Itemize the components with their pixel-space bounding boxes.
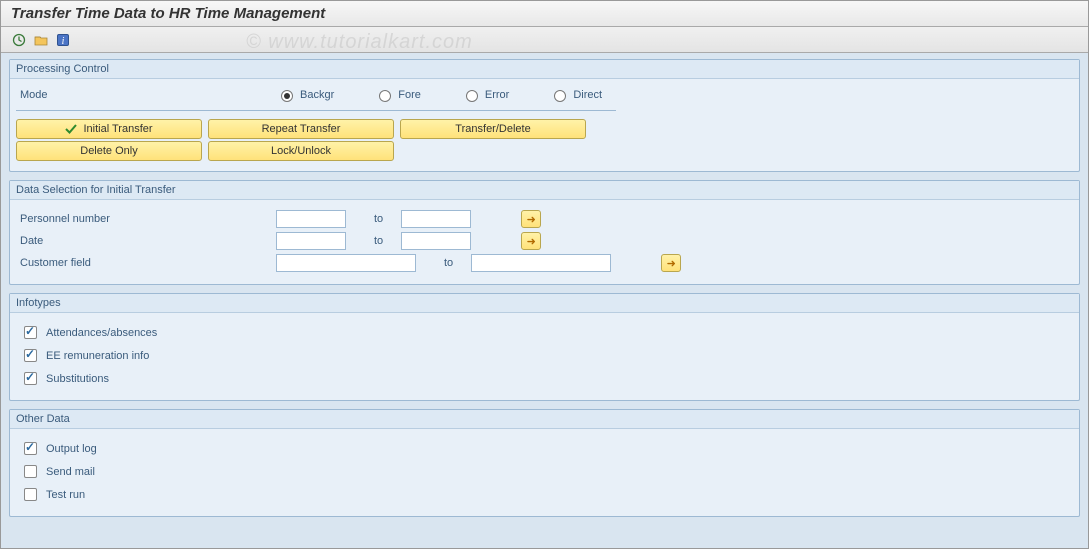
mode-fore-radio[interactable] [379, 90, 391, 102]
checkbox[interactable] [24, 372, 37, 385]
delete-only-button[interactable]: Delete Only [16, 141, 202, 161]
mode-error-label: Error [485, 89, 509, 101]
arrow-right-icon: ➜ [527, 213, 536, 226]
field-high-input[interactable] [401, 210, 471, 228]
get-variant-button[interactable] [31, 31, 51, 49]
info-icon: i [56, 33, 70, 47]
selection-row: Customer field to ➜ [16, 254, 1073, 272]
mode-fore-label: Fore [398, 89, 421, 101]
checkbox[interactable] [24, 326, 37, 339]
check-icon [65, 123, 77, 135]
infotypes-header: Infotypes [10, 294, 1079, 313]
mode-error-radio[interactable] [466, 90, 478, 102]
checkbox-label: Attendances/absences [46, 327, 157, 339]
toolbar: i [1, 27, 1088, 53]
window: Transfer Time Data to HR Time Management… [0, 0, 1089, 549]
other-data-header: Other Data [10, 410, 1079, 429]
clock-execute-icon [12, 33, 26, 47]
mode-error[interactable]: Error [461, 87, 509, 102]
arrow-right-icon: ➜ [667, 257, 676, 270]
to-label: to [374, 235, 383, 247]
field-low-input[interactable] [276, 210, 346, 228]
mode-backgr-radio[interactable] [281, 90, 293, 102]
data-selection-header: Data Selection for Initial Transfer [10, 181, 1079, 200]
checkbox-label: Substitutions [46, 373, 109, 385]
checkbox-row[interactable]: Test run [20, 485, 1073, 504]
initial-transfer-label: Initial Transfer [83, 123, 152, 135]
processing-control-header: Processing Control [10, 60, 1079, 79]
page-title: Transfer Time Data to HR Time Management [1, 1, 1088, 27]
to-label: to [444, 257, 453, 269]
lock-unlock-button[interactable]: Lock/Unlock [208, 141, 394, 161]
mode-direct[interactable]: Direct [549, 87, 602, 102]
field-label: Customer field [16, 257, 276, 269]
checkbox-row[interactable]: Substitutions [20, 369, 1073, 388]
divider [16, 110, 616, 111]
checkbox-label: Test run [46, 489, 85, 501]
checkbox-row[interactable]: Attendances/absences [20, 323, 1073, 342]
mode-label: Mode [16, 89, 276, 101]
info-button[interactable]: i [53, 31, 73, 49]
checkbox[interactable] [24, 465, 37, 478]
delete-only-label: Delete Only [80, 145, 137, 157]
processing-control-panel: Processing Control Mode Backgr Fore [9, 59, 1080, 172]
field-label: Date [16, 235, 276, 247]
mode-backgr-label: Backgr [300, 89, 334, 101]
repeat-transfer-label: Repeat Transfer [262, 123, 341, 135]
checkbox-row[interactable]: EE remuneration info [20, 346, 1073, 365]
field-low-input[interactable] [276, 232, 346, 250]
other-data-panel: Other Data Output log Send mail Test run [9, 409, 1080, 517]
mode-direct-radio[interactable] [554, 90, 566, 102]
folder-variant-icon [34, 33, 48, 47]
multiple-selection-button[interactable]: ➜ [661, 254, 681, 272]
multiple-selection-button[interactable]: ➜ [521, 210, 541, 228]
mode-radio-group: Backgr Fore Error Direct [276, 87, 602, 102]
mode-direct-label: Direct [573, 89, 602, 101]
field-high-input[interactable] [471, 254, 611, 272]
repeat-transfer-button[interactable]: Repeat Transfer [208, 119, 394, 139]
field-high-input[interactable] [401, 232, 471, 250]
data-selection-panel: Data Selection for Initial Transfer Pers… [9, 180, 1080, 285]
checkbox-label: Send mail [46, 466, 95, 478]
checkbox-row[interactable]: Output log [20, 439, 1073, 458]
mode-backgr[interactable]: Backgr [276, 87, 334, 102]
lock-unlock-label: Lock/Unlock [271, 145, 331, 157]
checkbox-label: Output log [46, 443, 97, 455]
multiple-selection-button[interactable]: ➜ [521, 232, 541, 250]
to-label: to [374, 213, 383, 225]
transfer-delete-label: Transfer/Delete [455, 123, 530, 135]
initial-transfer-button[interactable]: Initial Transfer [16, 119, 202, 139]
field-low-input[interactable] [276, 254, 416, 272]
execute-button[interactable] [9, 31, 29, 49]
checkbox-row[interactable]: Send mail [20, 462, 1073, 481]
mode-fore[interactable]: Fore [374, 87, 421, 102]
field-label: Personnel number [16, 213, 276, 225]
content-area: Processing Control Mode Backgr Fore [1, 53, 1088, 548]
selection-row: Date to ➜ [16, 232, 1073, 250]
svg-text:i: i [62, 36, 65, 47]
checkbox[interactable] [24, 442, 37, 455]
infotypes-panel: Infotypes Attendances/absences EE remuner… [9, 293, 1080, 401]
arrow-right-icon: ➜ [527, 235, 536, 248]
selection-row: Personnel number to ➜ [16, 210, 1073, 228]
transfer-delete-button[interactable]: Transfer/Delete [400, 119, 586, 139]
checkbox-label: EE remuneration info [46, 350, 149, 362]
checkbox[interactable] [24, 349, 37, 362]
checkbox[interactable] [24, 488, 37, 501]
